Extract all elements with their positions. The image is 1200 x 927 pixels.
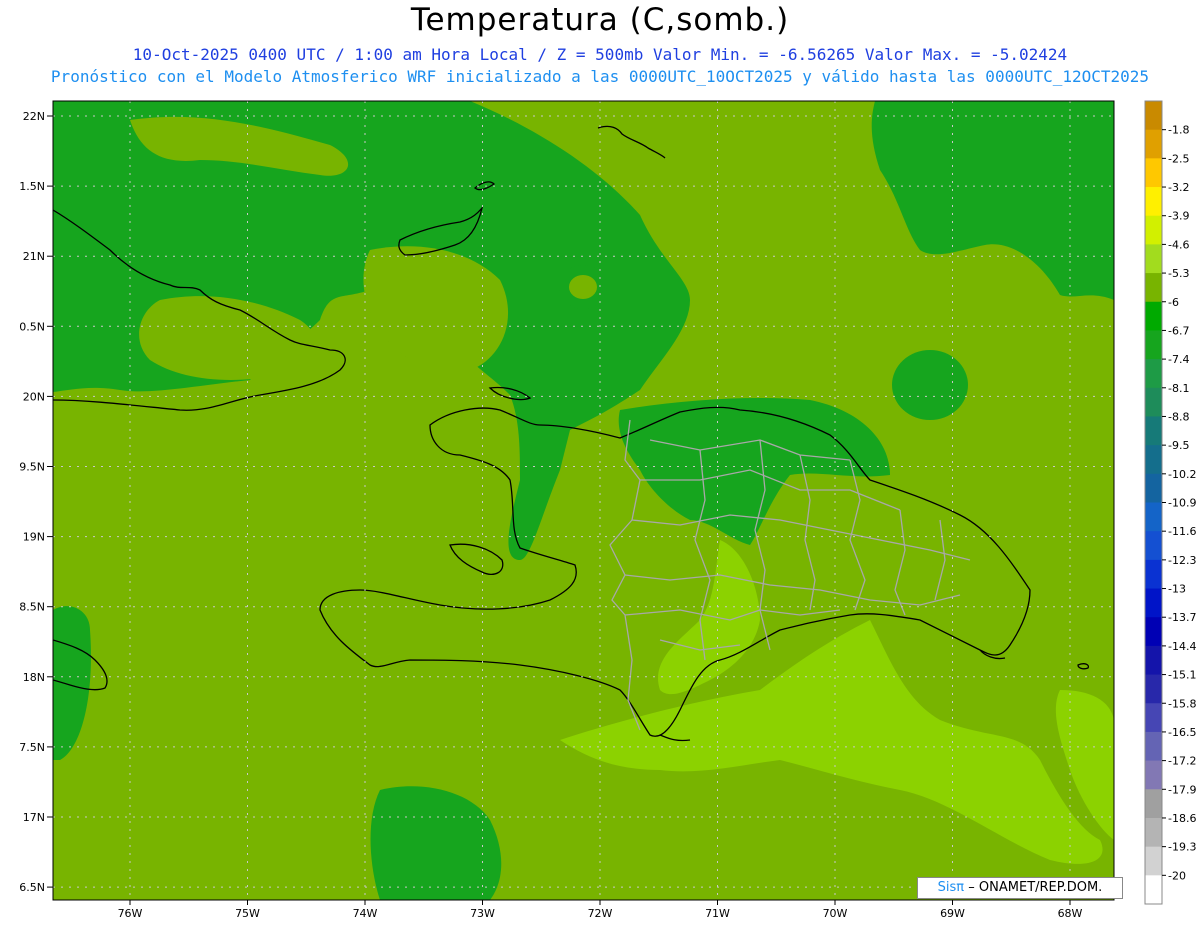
credit-brand: Sisπ bbox=[937, 880, 965, 895]
lon-label: 70W bbox=[823, 907, 848, 920]
lat-label: 20N bbox=[23, 390, 45, 403]
colorbar-swatch bbox=[1145, 359, 1162, 389]
lat-label: 7.5N bbox=[19, 741, 45, 754]
colorbar-label: -6 bbox=[1168, 296, 1179, 309]
colorbar-swatch bbox=[1145, 588, 1162, 618]
colorbar-swatch bbox=[1145, 846, 1162, 876]
lon-label: 74W bbox=[353, 907, 378, 920]
colorbar-label: -20 bbox=[1168, 869, 1186, 882]
colorbar-swatch bbox=[1145, 473, 1162, 503]
colorbar-label: -13 bbox=[1168, 583, 1186, 596]
lon-label: 68W bbox=[1058, 907, 1083, 920]
lon-label: 69W bbox=[940, 907, 965, 920]
colorbar-label: -15.1 bbox=[1168, 669, 1196, 682]
lat-label: 19N bbox=[23, 531, 45, 544]
colorbar-label: -2.5 bbox=[1168, 152, 1189, 165]
colorbar-swatch bbox=[1145, 416, 1162, 446]
colorbar-label: -14.4 bbox=[1168, 640, 1196, 653]
colorbar-swatch bbox=[1145, 215, 1162, 245]
colorbar-label: -8.8 bbox=[1168, 410, 1189, 423]
colorbar-swatch bbox=[1145, 158, 1162, 188]
colorbar-swatch bbox=[1145, 617, 1162, 647]
colorbar-label: -17.9 bbox=[1168, 783, 1196, 796]
colorbar-label: -15.8 bbox=[1168, 697, 1196, 710]
colorbar-swatch bbox=[1145, 789, 1162, 819]
colorbar-label: -4.6 bbox=[1168, 238, 1189, 251]
light-island-blob bbox=[569, 275, 597, 299]
colorbar-label: -10.2 bbox=[1168, 468, 1196, 481]
colorbar-swatch bbox=[1145, 760, 1162, 790]
colorbar-swatch bbox=[1145, 703, 1162, 733]
colorbar-swatch bbox=[1145, 101, 1162, 131]
lon-label: 73W bbox=[470, 907, 495, 920]
lon-label: 71W bbox=[705, 907, 730, 920]
colorbar-label: -3.9 bbox=[1168, 210, 1189, 223]
temperature-map: 22N 1.5N 21N 0.5N 20N 9.5N 19N 8.5N 18N 7.5N 17N 6.… bbox=[19, 100, 1196, 920]
colorbar-label: -17.2 bbox=[1168, 755, 1196, 768]
colorbar-label: -9.5 bbox=[1168, 439, 1189, 452]
lon-label: 76W bbox=[118, 907, 143, 920]
lat-label: 6.5N bbox=[19, 881, 45, 894]
colorbar-swatch bbox=[1145, 187, 1162, 217]
colorbar-swatch bbox=[1145, 129, 1162, 159]
colorbar-swatch bbox=[1145, 645, 1162, 676]
lat-label: 0.5N bbox=[19, 320, 45, 333]
colorbar-swatch bbox=[1145, 875, 1162, 905]
colorbar-label: -12.3 bbox=[1168, 554, 1196, 567]
colorbar-swatch bbox=[1145, 445, 1162, 475]
lat-label: 8.5N bbox=[19, 601, 45, 614]
colorbar: -1.8 -2.5 -3.2 -3.9 -4.6 -5.3 -6 -6.7 -7.4 -8.1 -8… bbox=[1144, 100, 1196, 905]
dark-green-patch-e bbox=[892, 350, 968, 420]
lon-label: 75W bbox=[235, 907, 260, 920]
colorbar-label: -16.5 bbox=[1168, 726, 1196, 739]
colorbar-swatch bbox=[1145, 531, 1162, 561]
colorbar-label: -5.3 bbox=[1168, 267, 1189, 280]
lat-label: 9.5N bbox=[19, 461, 45, 474]
colorbar-label: -6.7 bbox=[1168, 324, 1189, 337]
credit-box: Sisπ – ONAMET/REP.DOM. bbox=[917, 877, 1123, 899]
lon-label: 72W bbox=[588, 907, 613, 920]
credit-text: – ONAMET/REP.DOM. bbox=[968, 880, 1103, 895]
lat-label: 1.5N bbox=[19, 180, 45, 193]
longitude-labels: 76W 75W 74W 73W 72W 71W 70W 69W 68W bbox=[118, 900, 1083, 920]
colorbar-label: -1.8 bbox=[1168, 124, 1189, 137]
lat-label: 21N bbox=[23, 250, 45, 263]
colorbar-label: -18.6 bbox=[1168, 812, 1196, 825]
colorbar-swatch bbox=[1145, 817, 1162, 848]
colorbar-label: -19.3 bbox=[1168, 841, 1196, 854]
lat-label: 17N bbox=[23, 811, 45, 824]
lat-label: 18N bbox=[23, 671, 45, 684]
colorbar-label: -13.7 bbox=[1168, 611, 1196, 624]
colorbar-swatch bbox=[1145, 273, 1162, 303]
latitude-labels: 22N 1.5N 21N 0.5N 20N 9.5N 19N 8.5N 18N 7.5N 17N 6.… bbox=[19, 110, 53, 894]
colorbar-swatch bbox=[1145, 387, 1162, 417]
colorbar-swatch bbox=[1145, 674, 1162, 704]
colorbar-label: -3.2 bbox=[1168, 181, 1189, 194]
lat-label: 22N bbox=[23, 110, 45, 123]
colorbar-swatch bbox=[1145, 330, 1162, 360]
colorbar-swatch bbox=[1145, 731, 1162, 762]
colorbar-swatch bbox=[1145, 502, 1162, 532]
colorbar-label: -7.4 bbox=[1168, 353, 1189, 366]
colorbar-label: -10.9 bbox=[1168, 497, 1196, 510]
colorbar-swatch bbox=[1145, 559, 1162, 590]
colorbar-label: -11.6 bbox=[1168, 525, 1196, 538]
colorbar-swatch bbox=[1145, 301, 1162, 331]
colorbar-swatch bbox=[1145, 244, 1162, 274]
colorbar-label: -8.1 bbox=[1168, 382, 1189, 395]
